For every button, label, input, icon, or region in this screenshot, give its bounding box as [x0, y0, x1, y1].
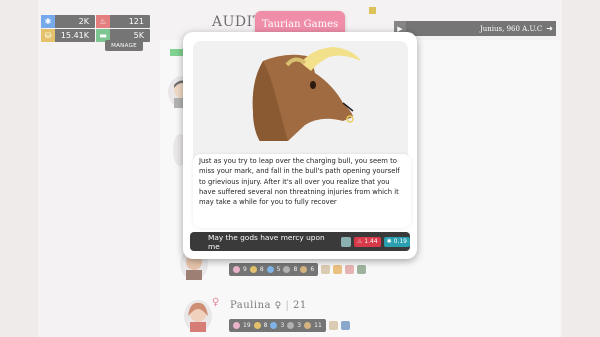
cost-badge-snowflake: ✱ 0.19 [383, 236, 410, 247]
fire-icon: ♨ [356, 238, 363, 245]
snowflake-icon: ✱ [386, 238, 392, 245]
event-description: Just as you try to leap over the chargin… [193, 154, 411, 228]
cost-value: 0.19 [393, 238, 407, 245]
bull-head-icon [252, 47, 361, 146]
event-modal: Just as you try to leap over the chargin… [183, 32, 417, 259]
event-choice-button[interactable]: May the gods have mercy upon me ♨ 1.44 ✱ 0… [190, 232, 410, 251]
choice-label: May the gods have mercy upon me [208, 232, 325, 251]
cost-badge-fire: ♨ 1.44 [353, 236, 381, 247]
bath-icon [340, 236, 351, 247]
cost-value: 1.44 [364, 238, 378, 245]
